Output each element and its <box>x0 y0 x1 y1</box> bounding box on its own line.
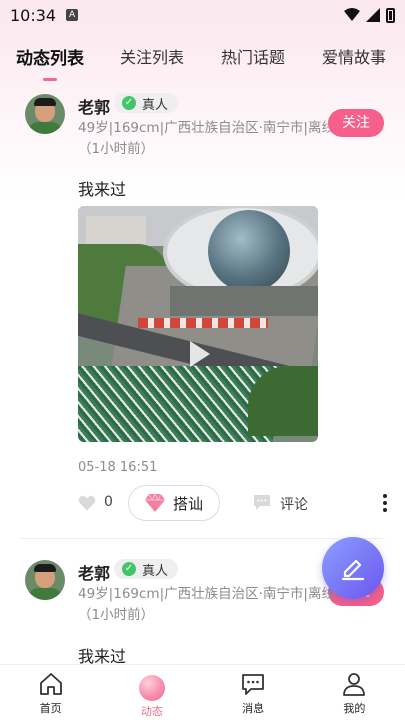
follow-button[interactable]: 关注 <box>328 109 384 137</box>
last-online: （1小时前） <box>78 141 155 157</box>
header-background <box>0 0 405 200</box>
check-icon: ✓ <box>122 562 136 576</box>
comment-icon[interactable] <box>252 493 272 511</box>
more-icon[interactable] <box>382 493 388 513</box>
user-info: 49岁|169cm|广西壮族自治区·南宁市|离线 （1小时前） <box>78 584 333 626</box>
avatar[interactable] <box>25 94 65 134</box>
verified-badge: ✓ 真人 <box>114 93 179 113</box>
chat-up-button[interactable]: 搭讪 <box>128 485 220 521</box>
notification-icon: A <box>66 9 79 21</box>
nav-messages[interactable]: 消息 <box>203 665 304 720</box>
like-count: 0 <box>104 494 113 510</box>
play-icon[interactable] <box>181 337 215 371</box>
post-text: 我来过 <box>78 180 127 199</box>
feed-tabs: 动态列表 关注列表 热门话题 爱情故事 <box>0 36 405 81</box>
chat-up-label: 搭讪 <box>172 494 203 513</box>
tab-love-stories[interactable]: 爱情故事 <box>322 44 386 68</box>
last-online: （1小时前） <box>78 607 155 623</box>
post-actions: 0 搭讪 评论 <box>0 485 405 521</box>
post-video[interactable] <box>78 206 318 442</box>
home-icon <box>39 673 62 695</box>
signal-icon <box>366 8 380 22</box>
check-icon: ✓ <box>122 96 136 110</box>
status-time: 10:34 <box>10 5 57 25</box>
bottom-nav: 首页 动态 消息 我的 <box>0 664 405 720</box>
wifi-icon <box>344 8 360 21</box>
nav-profile[interactable]: 我的 <box>304 665 405 720</box>
verified-label: 真人 <box>142 563 169 579</box>
verified-label: 真人 <box>142 97 169 113</box>
status-icons <box>344 7 395 23</box>
user-info-line: 49岁|169cm|广西壮族自治区·南宁市|离线 <box>78 120 333 136</box>
avatar[interactable] <box>25 560 65 600</box>
edit-icon <box>341 559 365 581</box>
nav-moments-label: 动态 <box>140 705 163 718</box>
nav-messages-label: 消息 <box>242 702 265 715</box>
message-icon <box>242 674 265 695</box>
battery-icon <box>386 7 395 23</box>
verified-badge: ✓ 真人 <box>114 559 179 579</box>
diamond-icon <box>144 494 165 512</box>
profile-icon <box>343 673 366 696</box>
user-info-line: 49岁|169cm|广西壮族自治区·南宁市|离线 <box>78 586 333 602</box>
tab-moments[interactable]: 动态列表 <box>16 44 84 81</box>
user-name[interactable]: 老郭 <box>78 560 110 584</box>
nav-profile-label: 我的 <box>343 702 366 715</box>
heart-icon[interactable] <box>78 494 96 512</box>
post-date: 05-18 16:51 <box>78 460 158 475</box>
comment-label[interactable]: 评论 <box>280 494 308 514</box>
moments-icon <box>138 675 165 701</box>
tab-following[interactable]: 关注列表 <box>120 44 184 68</box>
user-info: 49岁|169cm|广西壮族自治区·南宁市|离线 （1小时前） <box>78 118 333 160</box>
user-name[interactable]: 老郭 <box>78 94 110 118</box>
post-divider <box>20 538 385 539</box>
tab-hot-topics[interactable]: 热门话题 <box>221 44 285 68</box>
nav-home[interactable]: 首页 <box>0 665 101 720</box>
status-bar: 10:34 A <box>0 0 405 30</box>
compose-button[interactable] <box>322 537 384 599</box>
nav-home-label: 首页 <box>39 702 62 715</box>
nav-moments[interactable]: 动态 <box>101 665 202 720</box>
